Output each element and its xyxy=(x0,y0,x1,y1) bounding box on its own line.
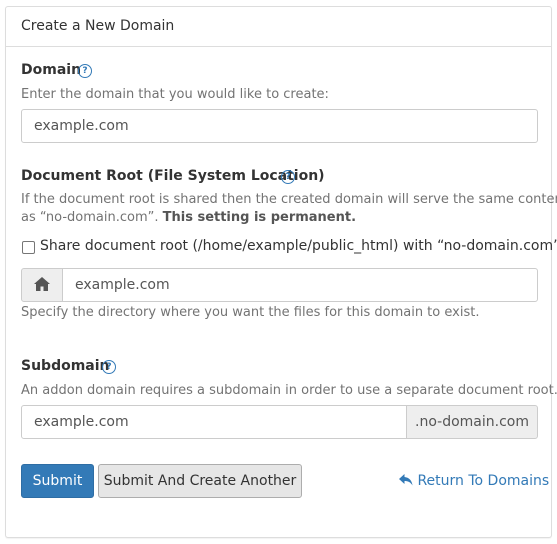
submit-button[interactable]: Submit xyxy=(21,464,94,498)
docroot-footer-hint: Specify the directory where you want the… xyxy=(21,305,480,320)
panel-heading: Create a New Domain xyxy=(6,7,551,47)
reply-arrow-icon xyxy=(399,474,413,486)
domain-hint: Enter the domain that you would like to … xyxy=(21,87,329,102)
docroot-label: Document Root (File System Location) xyxy=(21,168,325,184)
share-docroot-checkbox[interactable] xyxy=(22,241,35,254)
panel-title: Create a New Domain xyxy=(21,18,175,34)
subdomain-input[interactable]: example.com xyxy=(21,405,407,439)
domain-label: Domain xyxy=(21,62,82,78)
return-to-domains-label[interactable]: Return To Domains xyxy=(417,473,549,489)
return-to-domains-link[interactable]: Return To Domains xyxy=(399,473,549,489)
domain-input[interactable]: example.com xyxy=(21,109,538,143)
subdomain-suffix: .no-domain.com xyxy=(406,405,538,439)
home-addon xyxy=(21,268,63,302)
docroot-input[interactable]: example.com xyxy=(62,268,538,302)
docroot-hint-line2: as “no-domain.com”. This setting is perm… xyxy=(21,210,356,225)
submit-and-create-another-button[interactable]: Submit And Create Another xyxy=(98,464,302,498)
house-icon xyxy=(34,276,50,291)
subdomain-help-icon[interactable]: ? xyxy=(102,360,116,374)
docroot-hint-prefix: as “no-domain.com”. xyxy=(21,210,163,225)
docroot-hint-permanent: This setting is permanent. xyxy=(162,210,357,225)
subdomain-hint: An addon domain requires a subdomain in … xyxy=(21,383,557,398)
subdomain-label: Subdomain xyxy=(21,358,110,374)
domain-help-icon[interactable]: ? xyxy=(78,64,92,78)
docroot-hint-line1: If the document root is shared then the … xyxy=(21,192,557,207)
share-docroot-label[interactable]: Share document root (/home/example/publi… xyxy=(40,238,557,254)
docroot-help-icon[interactable]: ? xyxy=(281,170,295,184)
